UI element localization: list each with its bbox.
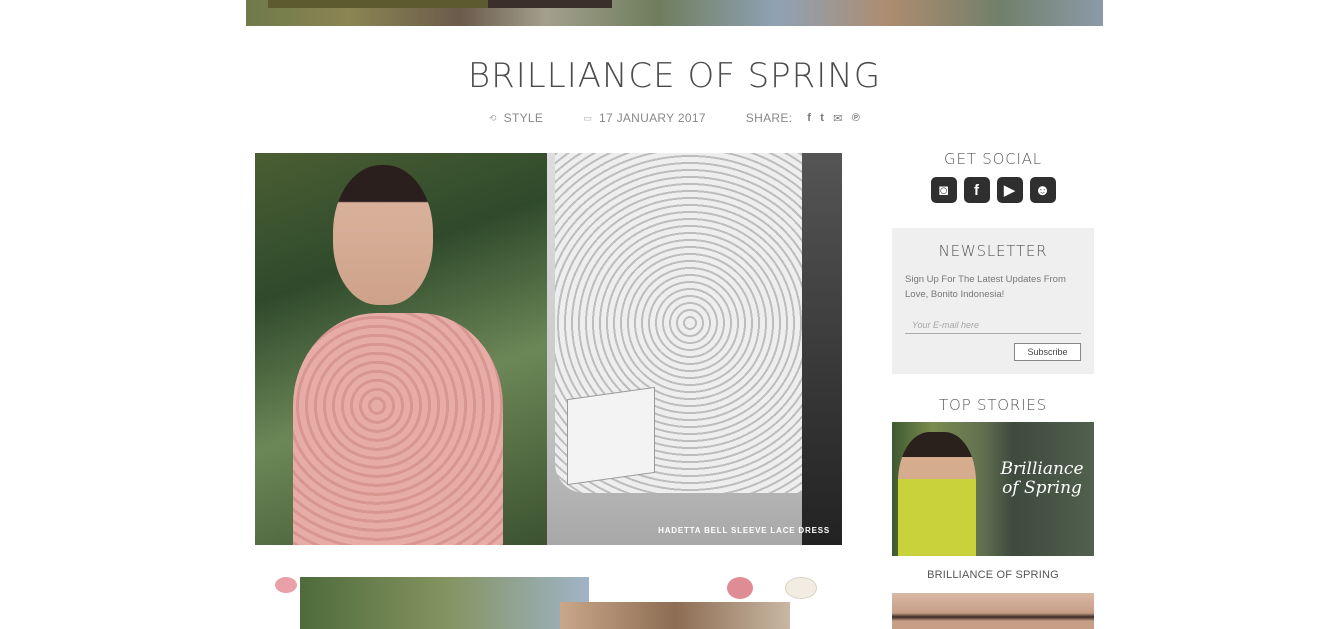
top-stories-heading: TOP STORIES <box>939 396 1047 414</box>
second-image[interactable] <box>275 577 830 629</box>
youtube-icon[interactable]: ▶ <box>996 177 1023 203</box>
social-icons: ◙ f ▶ ☻ <box>892 177 1094 203</box>
hero-photo-dress-detail <box>547 153 842 545</box>
newsletter-box: NEWSLETTER Sign Up For The Latest Update… <box>892 228 1094 374</box>
hero-caption: HADETTA BELL SLEEVE LACE DRESS <box>658 526 830 535</box>
story-thumbnail[interactable]: Brilliance of Spring <box>892 422 1094 556</box>
post-category[interactable]: ⟲ STYLE <box>489 111 543 125</box>
top-banner-image <box>246 0 1103 26</box>
pinterest-icon[interactable]: ℗ <box>852 112 860 124</box>
newsletter-heading: NEWSLETTER <box>938 242 1048 260</box>
story-thumbnail-2[interactable] <box>892 593 1094 629</box>
category-icon: ⟲ <box>488 112 497 123</box>
snapchat-icon[interactable]: ☻ <box>1029 177 1056 203</box>
category-label[interactable]: STYLE <box>504 111 544 125</box>
story-title-link[interactable]: BRILLIANCE OF SPRING <box>892 569 1094 581</box>
share-bar: SHARE: f t ✉ ℗ <box>746 111 860 125</box>
post-date: ▭ 17 JANUARY 2017 <box>583 111 706 125</box>
instagram-icon[interactable]: ◙ <box>930 177 957 203</box>
newsletter-text: Sign Up For The Latest Updates From Love… <box>905 274 1066 300</box>
get-social-heading: GET SOCIAL <box>944 150 1042 168</box>
twitter-icon[interactable]: t <box>820 112 824 124</box>
sidebar: GET SOCIAL ◙ f ▶ ☻ NEWSLETTER Sign Up Fo… <box>892 150 1094 629</box>
date-label: 17 JANUARY 2017 <box>599 111 706 125</box>
top-stories: TOP STORIES Brilliance of Spring BRILLIAN… <box>892 396 1094 629</box>
facebook-icon[interactable]: f <box>807 112 811 124</box>
email-field[interactable] <box>905 316 1081 334</box>
post-meta: ⟲ STYLE ▭ 17 JANUARY 2017 SHARE: f t ✉ ℗ <box>0 111 1340 125</box>
calendar-icon: ▭ <box>583 112 592 123</box>
subscribe-button[interactable]: Subscribe <box>1014 343 1081 361</box>
facebook-icon[interactable]: f <box>963 177 990 203</box>
hero-photo-model <box>255 153 547 545</box>
post-title: BRILLIANCE OF SPRING <box>467 56 882 96</box>
email-icon[interactable]: ✉ <box>833 112 843 125</box>
share-label: SHARE: <box>745 111 793 125</box>
hero-image[interactable]: HADETTA BELL SLEEVE LACE DRESS <box>255 153 842 545</box>
